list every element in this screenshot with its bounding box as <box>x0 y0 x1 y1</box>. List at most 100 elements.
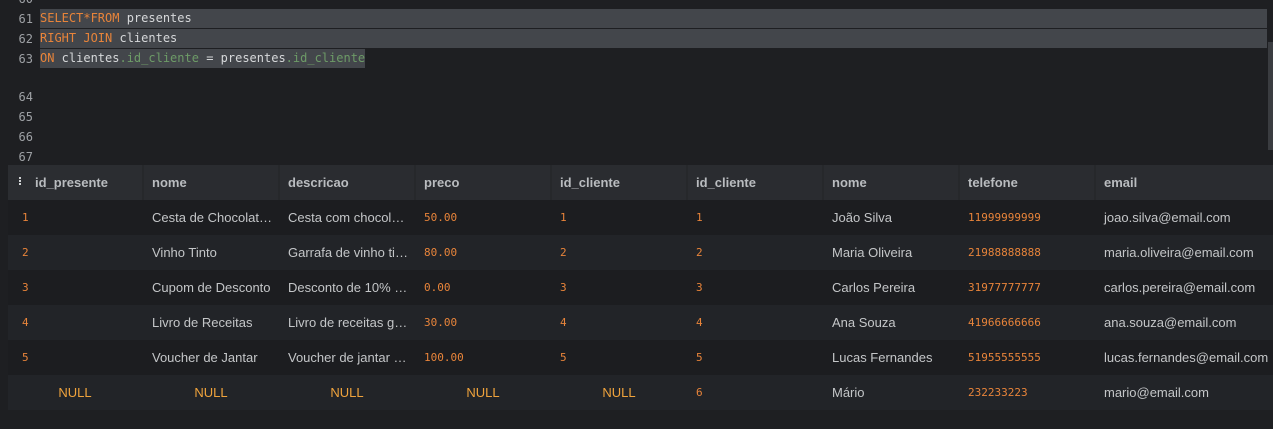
column-header-label: descricao <box>288 175 349 190</box>
sql-keyword: RIGHT JOIN <box>40 31 113 45</box>
table-row[interactable]: 1 Cesta de Chocolat… Cesta com chocol… 50.0… <box>8 200 1273 235</box>
table-cell[interactable]: 21988888888 <box>960 235 1094 270</box>
identifier: presentes <box>119 11 192 25</box>
table-cell[interactable]: 4 <box>552 305 686 340</box>
sql-editor[interactable]: 60 61 SELECT*FROM presentes 62 RIGHT JOIN cl… <box>0 0 1273 164</box>
table-cell[interactable]: 100.00 <box>416 340 550 375</box>
table-cell[interactable]: 3 <box>8 270 142 305</box>
column-reference: .id_cliente <box>119 51 199 65</box>
table-cell[interactable]: 5 <box>8 340 142 375</box>
code-line[interactable]: 61 SELECT*FROM presentes <box>0 9 1273 29</box>
column-menu-icon[interactable] <box>19 177 21 186</box>
table-cell[interactable]: NULL <box>416 375 550 410</box>
table-cell[interactable]: 5 <box>552 340 686 375</box>
table-cell[interactable]: ana.souza@email.com <box>1096 305 1273 340</box>
table-cell[interactable]: Voucher de Jantar <box>144 340 278 375</box>
table-cell[interactable]: Livro de Receitas <box>144 305 278 340</box>
column-header[interactable]: id_cliente <box>688 165 822 200</box>
table-cell[interactable]: Lucas Fernandes <box>824 340 958 375</box>
line-number: 64 <box>18 90 33 104</box>
code-line[interactable]: 62 RIGHT JOIN clientes <box>0 29 1273 49</box>
table-cell[interactable]: 2 <box>688 235 822 270</box>
column-header-label: nome <box>832 175 867 190</box>
table-cell[interactable]: Cesta com chocol… <box>280 200 414 235</box>
table-cell[interactable]: NULL <box>552 375 686 410</box>
table-cell[interactable]: 31977777777 <box>960 270 1094 305</box>
table-cell[interactable]: 2 <box>552 235 686 270</box>
table-cell[interactable]: carlos.pereira@email.com <box>1096 270 1273 305</box>
column-header[interactable]: id_cliente <box>552 165 686 200</box>
table-cell[interactable]: 1 <box>8 200 142 235</box>
column-header[interactable]: nome <box>144 165 278 200</box>
table-cell[interactable]: 5 <box>688 340 822 375</box>
column-header-label: preco <box>424 175 460 190</box>
table-cell[interactable]: 2 <box>8 235 142 270</box>
result-header-row: id_presente nome descricao preco id_cliente i… <box>8 165 1273 200</box>
table-cell[interactable]: Livro de receitas g… <box>280 305 414 340</box>
table-row[interactable]: NULL NULL NULL NULL NULL 6 Mário 232233223 mario… <box>8 375 1273 410</box>
table-cell[interactable]: NULL <box>144 375 278 410</box>
table-cell[interactable]: 4 <box>688 305 822 340</box>
table-cell[interactable]: 11999999999 <box>960 200 1094 235</box>
column-header[interactable]: nome <box>824 165 958 200</box>
table-cell[interactable]: 41966666666 <box>960 305 1094 340</box>
table-cell[interactable]: Voucher de jantar … <box>280 340 414 375</box>
table-cell[interactable]: maria.oliveira@email.com <box>1096 235 1273 270</box>
column-header[interactable]: id_presente <box>8 165 142 200</box>
code-line[interactable]: 64 <box>0 87 1273 107</box>
result-grid[interactable]: id_presente nome descricao preco id_cliente i… <box>8 165 1273 410</box>
column-header-label: id_presente <box>35 175 108 190</box>
table-cell[interactable]: Maria Oliveira <box>824 235 958 270</box>
table-cell[interactable]: 4 <box>8 305 142 340</box>
table-cell[interactable]: mario@email.com <box>1096 375 1273 410</box>
column-header[interactable]: telefone <box>960 165 1094 200</box>
table-cell[interactable]: Cupom de Desconto <box>144 270 278 305</box>
column-header[interactable]: preco <box>416 165 550 200</box>
line-number: 66 <box>18 130 33 144</box>
table-cell[interactable]: Desconto de 10% … <box>280 270 414 305</box>
code-line[interactable]: 60 <box>0 0 1273 9</box>
identifier: clientes <box>112 31 178 45</box>
table-cell[interactable]: NULL <box>8 375 142 410</box>
table-cell[interactable]: 80.00 <box>416 235 550 270</box>
table-cell[interactable]: Vinho Tinto <box>144 235 278 270</box>
table-cell[interactable]: joao.silva@email.com <box>1096 200 1273 235</box>
identifier: = presentes <box>198 51 286 65</box>
line-number: 63 <box>18 52 33 66</box>
table-cell[interactable]: 50.00 <box>416 200 550 235</box>
table-row[interactable]: 2 Vinho Tinto Garrafa de vinho ti… 80.00 2 2 M… <box>8 235 1273 270</box>
line-number: 60 <box>0 0 33 9</box>
editor-scrollbar[interactable] <box>1268 42 1273 150</box>
table-cell[interactable]: 30.00 <box>416 305 550 340</box>
table-row[interactable]: 5 Voucher de Jantar Voucher de jantar … 100… <box>8 340 1273 375</box>
table-cell[interactable]: 0.00 <box>416 270 550 305</box>
table-cell[interactable]: 1 <box>552 200 686 235</box>
column-header[interactable]: email <box>1096 165 1273 200</box>
code-line[interactable]: 65 <box>0 107 1273 127</box>
table-cell[interactable]: 51955555555 <box>960 340 1094 375</box>
table-cell[interactable]: Ana Souza <box>824 305 958 340</box>
column-header-label: telefone <box>968 175 1018 190</box>
table-cell[interactable]: 1 <box>688 200 822 235</box>
code-line[interactable]: 63 ON clientes.id_cliente = presentes.id_… <box>0 49 1273 69</box>
table-cell[interactable]: João Silva <box>824 200 958 235</box>
code-line[interactable]: 67 <box>0 147 1273 167</box>
column-reference: .id_cliente <box>285 51 366 65</box>
table-cell[interactable]: lucas.fernandes@email.com <box>1096 340 1273 375</box>
code-line[interactable]: 66 <box>0 127 1273 147</box>
table-cell[interactable]: 3 <box>552 270 686 305</box>
table-cell[interactable]: 232233223 <box>960 375 1094 410</box>
column-header-label: email <box>1104 175 1138 190</box>
table-cell[interactable]: Mário <box>824 375 958 410</box>
table-cell[interactable]: 6 <box>688 375 822 410</box>
code-text: ON clientes.id_cliente = presentes.id_cl… <box>40 49 366 68</box>
table-row[interactable]: 4 Livro de Receitas Livro de receitas g… 30… <box>8 305 1273 340</box>
table-cell[interactable]: 3 <box>688 270 822 305</box>
table-cell[interactable]: Carlos Pereira <box>824 270 958 305</box>
line-number: 65 <box>18 110 33 124</box>
table-cell[interactable]: NULL <box>280 375 414 410</box>
table-row[interactable]: 3 Cupom de Desconto Desconto de 10% … 0.00 3… <box>8 270 1273 305</box>
column-header[interactable]: descricao <box>280 165 414 200</box>
table-cell[interactable]: Cesta de Chocolat… <box>144 200 278 235</box>
table-cell[interactable]: Garrafa de vinho ti… <box>280 235 414 270</box>
